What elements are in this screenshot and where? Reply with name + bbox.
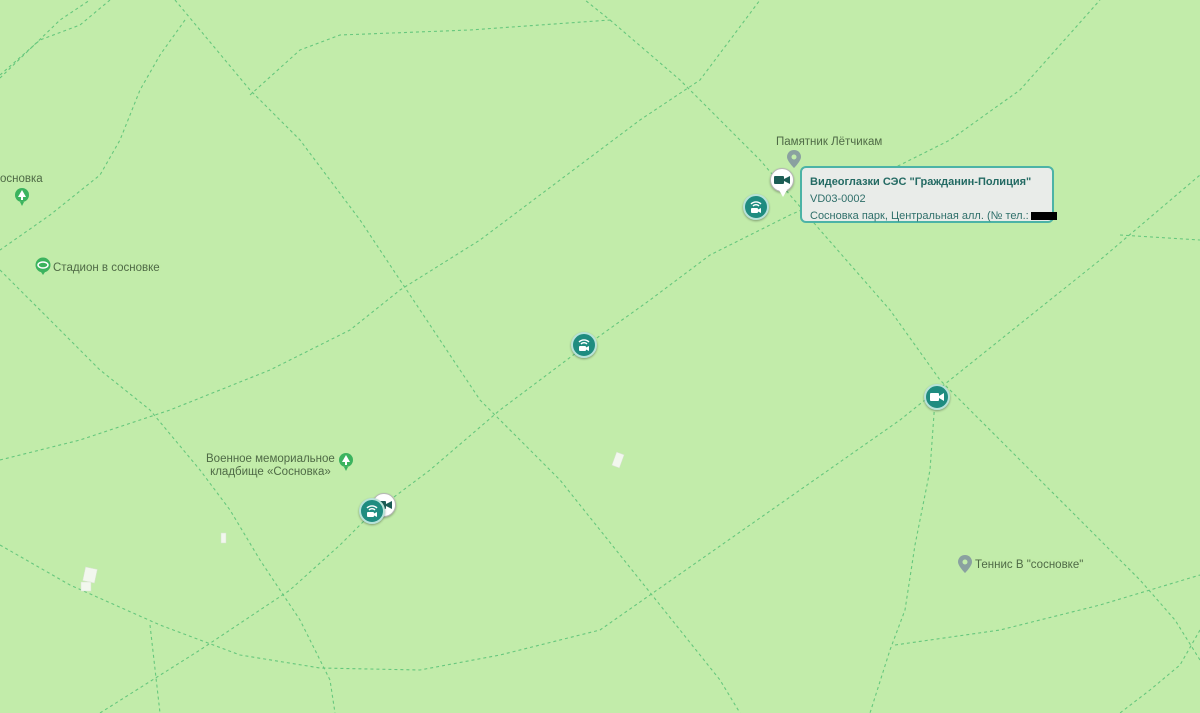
poi-label-stadium[interactable]: Стадион в сосновке bbox=[53, 262, 160, 275]
location-pin-icon[interactable] bbox=[787, 150, 801, 168]
poi-label-cemetery-line-2: кладбище «Сосновка» bbox=[210, 466, 331, 478]
map-canvas[interactable] bbox=[0, 0, 1200, 713]
wifi-camera-icon bbox=[578, 339, 590, 351]
park-paths bbox=[0, 0, 1200, 713]
location-pin-icon[interactable] bbox=[958, 555, 972, 573]
camera-pin-monument[interactable] bbox=[770, 168, 794, 197]
tooltip-id-code: VD03-0002 bbox=[810, 193, 866, 205]
poi-label-cemetery-line-1: Военное мемориальное bbox=[206, 453, 335, 465]
poi-label-sosnovka[interactable]: основка bbox=[0, 173, 43, 186]
tree-icon[interactable] bbox=[15, 188, 29, 206]
camera-icon bbox=[774, 176, 790, 184]
tooltip-address-line: Сосновка парк, Центральная алл. (№ тел.: bbox=[810, 208, 1057, 225]
path-blocks bbox=[80, 451, 625, 592]
camera-marker-2[interactable] bbox=[571, 332, 597, 358]
camera-marker-1[interactable] bbox=[743, 194, 769, 220]
camera-icon bbox=[930, 393, 944, 401]
poi-label-cemetery[interactable]: Военное мемориальное кладбище «Сосновка» bbox=[206, 453, 335, 479]
camera-marker-3[interactable] bbox=[359, 498, 385, 524]
poi-label-monument[interactable]: Памятник Лётчикам bbox=[776, 136, 882, 149]
poi-label-tennis[interactable]: Теннис В "сосновке" bbox=[975, 559, 1083, 572]
tooltip-address: Сосновка парк, Центральная алл. (№ тел.: bbox=[810, 210, 1029, 222]
wifi-camera-icon bbox=[366, 505, 378, 517]
tooltip-title: Видеоглазки СЭС "Гражданин-Полиция" bbox=[810, 176, 1032, 188]
wifi-camera-icon bbox=[750, 201, 762, 213]
stadium-icon[interactable] bbox=[35, 257, 51, 275]
redacted-phone bbox=[1030, 212, 1057, 221]
camera-marker-4[interactable] bbox=[924, 384, 950, 410]
tree-icon[interactable] bbox=[339, 453, 353, 471]
camera-info-tooltip[interactable]: Видеоглазки СЭС "Гражданин-Полиция" VD03… bbox=[800, 166, 1057, 225]
